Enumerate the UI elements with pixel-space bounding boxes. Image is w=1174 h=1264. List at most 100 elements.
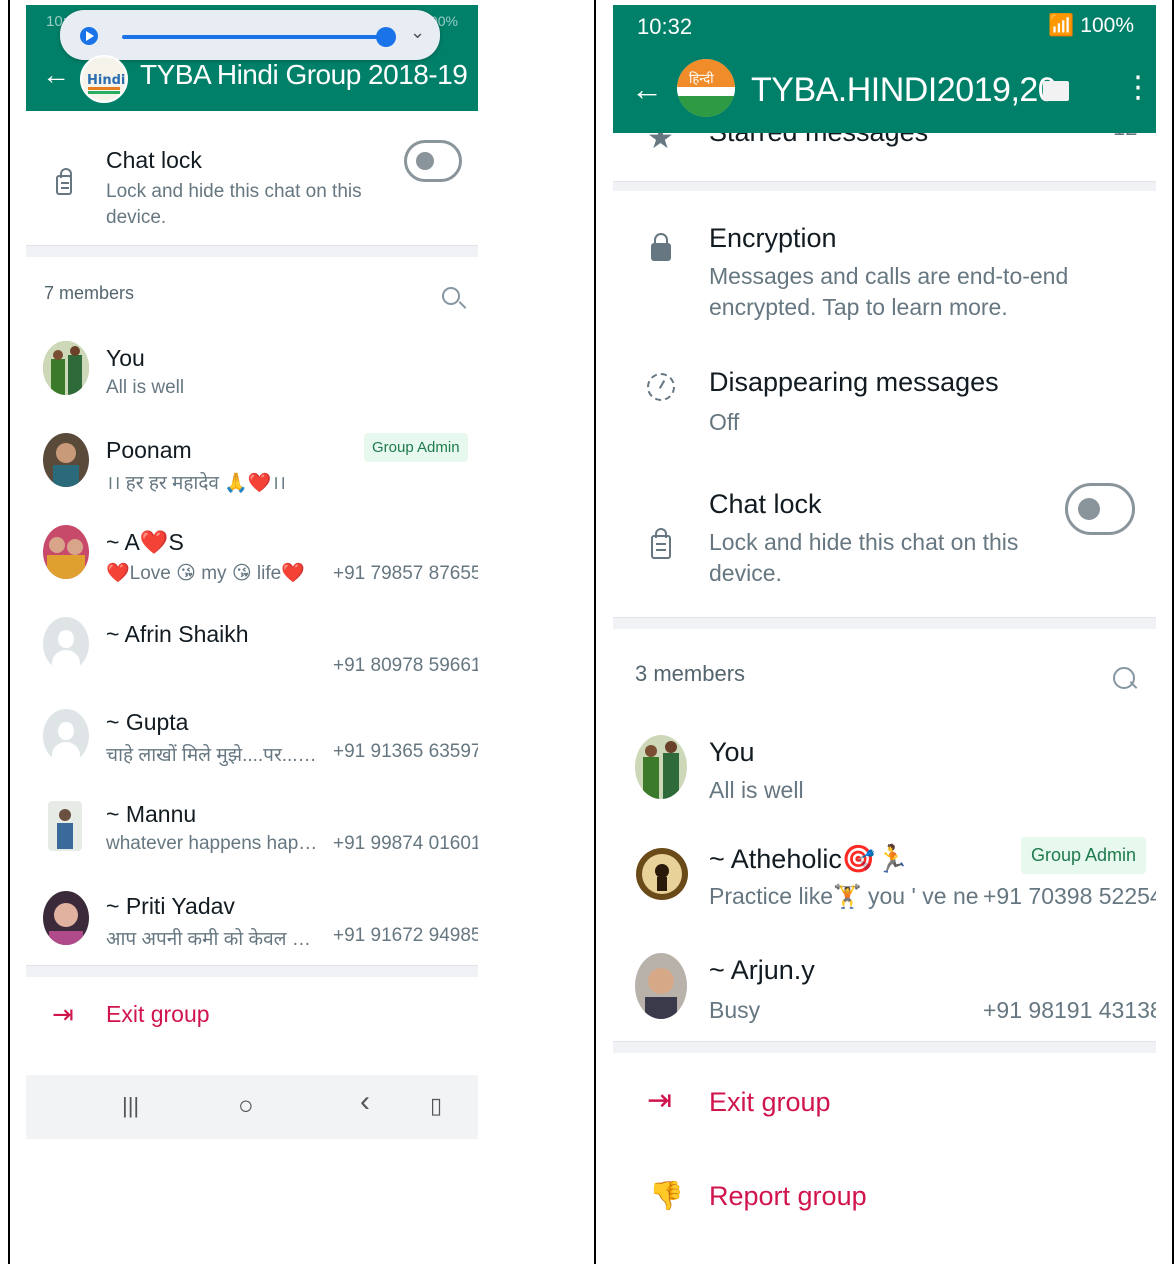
member-status: Busy xyxy=(709,997,761,1023)
disappearing-subtitle: Off xyxy=(709,409,740,435)
lock-icon xyxy=(56,168,72,195)
exit-icon: ⇥ xyxy=(52,999,74,1029)
exit-icon: ⇥ xyxy=(647,1084,673,1117)
member-row[interactable]: ~ Mannu whatever happens happe... +91 99… xyxy=(26,787,478,873)
chat-lock-subtitle: Lock and hide this chat on this device. xyxy=(709,529,1019,587)
starred-count: 12 xyxy=(1113,133,1137,141)
member-name: ~ Afrin Shaikh xyxy=(106,621,249,647)
svg-text:हिन्दी: हिन्दी xyxy=(689,71,714,87)
member-name: ~ Priti Yadav xyxy=(106,893,235,919)
member-row[interactable]: ~ Priti Yadav आप अपनी कमी को केवल शि... … xyxy=(26,879,478,965)
group-admin-badge: Group Admin xyxy=(364,433,468,462)
member-avatar xyxy=(635,735,687,799)
lock-icon xyxy=(651,528,671,559)
member-row[interactable]: ~ Atheholic🎯🏃 Practice like🏋 you ' ve ne… xyxy=(613,825,1156,935)
exit-group-button[interactable]: ⇥ Exit group xyxy=(613,1055,1156,1145)
member-name: ~ Mannu xyxy=(106,801,197,827)
home-icon[interactable]: ○ xyxy=(238,1090,254,1121)
encryption-subtitle: Messages and calls are end-to-end encryp… xyxy=(709,263,1069,321)
member-avatar xyxy=(43,525,89,579)
chat-lock-title: Chat lock xyxy=(106,147,202,173)
play-icon[interactable] xyxy=(80,27,98,45)
member-row[interactable]: ~ Gupta चाहे लाखों मिले मुझे....पर....मु… xyxy=(26,695,478,781)
group-admin-badge: Group Admin xyxy=(1021,837,1147,874)
member-name: Poonam xyxy=(106,437,192,463)
members-count: 7 members xyxy=(44,283,135,303)
member-phone: +91 91365 63597 xyxy=(333,741,478,762)
member-avatar xyxy=(635,953,687,1019)
group-title[interactable]: TYBA Hindi Group 2018-19 xyxy=(140,59,468,91)
exit-group-label: Exit group xyxy=(709,1087,831,1117)
member-status: Practice like🏋 you ' ve ne... xyxy=(709,883,979,909)
media-player-pill[interactable]: ⌄ xyxy=(60,10,440,60)
member-name: You xyxy=(106,345,145,371)
member-status: ❤️Love 😘 my 😘 life❤️ xyxy=(106,563,305,584)
member-name: ~ Arjun.y xyxy=(709,955,815,985)
member-status: ।। हर हर महादेव 🙏❤️।। xyxy=(106,473,286,494)
thumbs-down-icon: 👎 xyxy=(649,1180,684,1211)
back-arrow-icon[interactable]: ← xyxy=(42,59,70,91)
right-phone-screen: 10:32 📶 100% ← हिन्दी TYBA.HINDI2019,20 … xyxy=(613,5,1156,1264)
member-status: All is well xyxy=(709,777,804,803)
group-title[interactable]: TYBA.HINDI2019,20 xyxy=(751,71,1057,110)
left-phone-screen: 10:2 100% ⌄ ← Hindi TYBA Hindi Group 201… xyxy=(26,5,478,1140)
chat-lock-row[interactable]: Chat lock Lock and hide this chat on thi… xyxy=(613,463,1156,615)
disappearing-messages-row[interactable]: Disappearing messages Off xyxy=(613,341,1156,463)
chat-lock-row[interactable]: Chat lock Lock and hide this chat on thi… xyxy=(26,111,478,245)
starred-messages-label: Starred messages xyxy=(709,133,928,148)
disappearing-title: Disappearing messages xyxy=(709,367,999,397)
member-status: All is well xyxy=(106,377,185,398)
media-progress-track[interactable] xyxy=(122,35,386,39)
report-group-button[interactable]: 👎 Report group xyxy=(613,1149,1156,1239)
starred-messages-row[interactable]: ★ Starred messages 12 xyxy=(613,133,1156,181)
left-header: 10:2 100% ⌄ ← Hindi TYBA Hindi Group 201… xyxy=(26,5,478,111)
member-name: ~ Gupta xyxy=(106,709,189,735)
member-row[interactable]: You All is well xyxy=(26,327,478,413)
back-arrow-icon[interactable]: ← xyxy=(631,71,663,108)
back-icon[interactable]: ‹ xyxy=(360,1085,370,1119)
member-avatar xyxy=(48,801,82,851)
android-nav-bar: ||| ○ ‹ ▯ xyxy=(26,1075,478,1139)
exit-group-button[interactable]: ⇥ Exit group xyxy=(26,977,478,1053)
timer-icon xyxy=(647,373,675,401)
chevron-down-icon[interactable]: ⌄ xyxy=(410,22,425,43)
section-separator xyxy=(613,1041,1156,1053)
search-icon[interactable] xyxy=(1113,667,1135,689)
chat-lock-subtitle: Lock and hide this chat on this device. xyxy=(106,181,362,228)
group-avatar[interactable]: हिन्दी xyxy=(677,59,735,117)
members-count: 3 members xyxy=(635,661,746,686)
chat-lock-toggle[interactable] xyxy=(1065,483,1135,535)
search-icon[interactable] xyxy=(442,287,460,305)
exit-group-label: Exit group xyxy=(106,1001,210,1027)
encryption-row[interactable]: Encryption Messages and calls are end-to… xyxy=(613,191,1156,341)
more-options-icon[interactable]: ⋮ xyxy=(1123,73,1153,103)
group-avatar[interactable]: Hindi xyxy=(80,55,128,103)
default-avatar-icon xyxy=(43,709,89,763)
member-avatar xyxy=(43,433,89,487)
rotate-icon[interactable]: ▯ xyxy=(430,1093,442,1119)
chat-lock-title: Chat lock xyxy=(709,489,822,519)
star-icon: ★ xyxy=(647,133,674,155)
chat-lock-toggle[interactable] xyxy=(404,140,462,182)
member-row[interactable]: Poonam ।। हर हर महादेव 🙏❤️।। Group Admin xyxy=(26,419,478,505)
recents-icon[interactable]: ||| xyxy=(122,1093,139,1119)
member-row[interactable]: You All is well xyxy=(613,721,1156,821)
media-progress-thumb[interactable] xyxy=(376,27,396,47)
member-phone: +91 70398 52254 xyxy=(983,883,1156,909)
section-separator xyxy=(613,617,1156,629)
member-status: चाहे लाखों मिले मुझे....पर....मु... xyxy=(106,745,321,766)
member-status: आप अपनी कमी को केवल शि... xyxy=(106,929,321,950)
member-phone: +91 99874 01601 xyxy=(333,833,478,854)
member-phone: +91 98191 43138 xyxy=(983,997,1156,1023)
column-divider xyxy=(594,0,596,1264)
member-name: You xyxy=(709,737,755,767)
encryption-title: Encryption xyxy=(709,223,837,253)
book-icon xyxy=(1043,81,1069,101)
report-group-label: Report group xyxy=(709,1181,867,1211)
member-row[interactable]: ~ A❤️S ❤️Love 😘 my 😘 life❤️ +91 79857 87… xyxy=(26,511,478,597)
member-row[interactable]: ~ Arjun.y Busy +91 98191 43138 xyxy=(613,937,1156,1037)
member-row[interactable]: ~ Afrin Shaikh +91 80978 59661 xyxy=(26,603,478,689)
section-separator xyxy=(26,245,478,257)
right-header: 10:32 📶 100% ← हिन्दी TYBA.HINDI2019,20 … xyxy=(613,5,1156,133)
section-separator xyxy=(26,965,478,977)
